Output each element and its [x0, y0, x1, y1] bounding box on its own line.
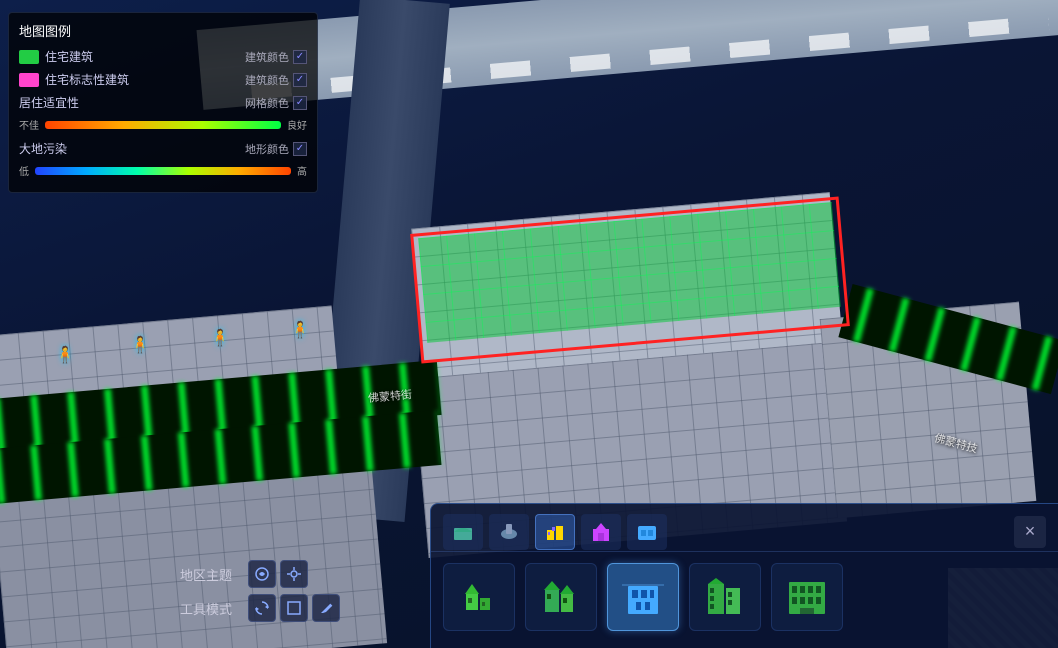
- tab-road[interactable]: [489, 514, 529, 550]
- controls-panel: 地区主题 工具模式: [180, 560, 420, 628]
- legend-row-livability: 居住适宜性 网格颜色 ✓: [19, 94, 307, 111]
- tab-service[interactable]: [627, 514, 667, 550]
- tool-mode-btn-2[interactable]: [280, 594, 308, 622]
- region-theme-row: 地区主题: [180, 560, 420, 588]
- tab-build[interactable]: [535, 514, 575, 550]
- toolbar-item-4[interactable]: [689, 563, 761, 631]
- legend-row-landmark: 住宅标志性建筑 建筑颜色 ✓: [19, 71, 307, 88]
- legend-row-residential: 住宅建筑 建筑颜色 ✓: [19, 48, 307, 65]
- pollution-bar-label-low: 低: [19, 163, 29, 178]
- map-person-icon-3: 🧍: [210, 328, 230, 348]
- toolbar-items: [431, 552, 1058, 642]
- tab-zone[interactable]: [443, 514, 483, 550]
- legend-right-residential: 建筑颜色 ✓: [245, 49, 307, 65]
- legend-row-pollution: 大地污染 地形颜色 ✓: [19, 140, 307, 157]
- legend-livability-bar-row: 不佳 良好: [19, 117, 307, 132]
- tool-mode-btn-1[interactable]: [248, 594, 276, 622]
- legend-color-residential: [19, 50, 39, 64]
- toolbar-panel: ×: [430, 503, 1058, 648]
- toolbar-tabs: ×: [431, 504, 1058, 552]
- region-theme-btn-1[interactable]: [248, 560, 276, 588]
- pollution-gradient-bar: [35, 167, 291, 175]
- legend-checkbox-pollution[interactable]: ✓: [293, 142, 307, 156]
- legend-right-pollution: 地形颜色 ✓: [245, 141, 307, 157]
- map-person-icon-2: 🧍: [130, 335, 150, 355]
- legend-label-landmark: 住宅标志性建筑: [45, 71, 245, 88]
- toolbar-item-1[interactable]: [443, 563, 515, 631]
- legend-right-livability: 网格颜色 ✓: [245, 95, 307, 111]
- toolbar-item-2[interactable]: [525, 563, 597, 631]
- region-theme-buttons: [248, 560, 308, 588]
- legend-checkbox-landmark[interactable]: ✓: [293, 73, 307, 87]
- legend-pollution-bar-row: 低 高: [19, 163, 307, 178]
- legend-right-landmark: 建筑颜色 ✓: [245, 72, 307, 88]
- legend-panel: 地图图例 住宅建筑 建筑颜色 ✓ 住宅标志性建筑 建筑颜色 ✓ 居住适宜性 网格…: [8, 12, 318, 193]
- legend-label-livability: 居住适宜性: [19, 94, 245, 111]
- legend-checkbox-residential[interactable]: ✓: [293, 50, 307, 64]
- livability-bar-label-bad: 不佳: [19, 117, 39, 132]
- livability-gradient-bar: [45, 121, 281, 129]
- close-button[interactable]: ×: [1014, 516, 1046, 548]
- livability-bar-label-good: 良好: [287, 117, 307, 132]
- map-person-icon-4: 🧍: [290, 320, 310, 340]
- toolbar-item-3[interactable]: [607, 563, 679, 631]
- tool-mode-buttons: [248, 594, 340, 622]
- toolbar-item-5[interactable]: [771, 563, 843, 631]
- region-theme-btn-2[interactable]: [280, 560, 308, 588]
- legend-label-residential: 住宅建筑: [45, 48, 245, 65]
- pollution-bar-label-high: 高: [297, 163, 307, 178]
- legend-label-pollution: 大地污染: [19, 140, 245, 157]
- tab-special[interactable]: [581, 514, 621, 550]
- region-theme-label: 地区主题: [180, 565, 240, 584]
- map-person-icon-1: 🧍: [55, 345, 75, 365]
- legend-title: 地图图例: [19, 21, 307, 40]
- legend-checkbox-livability[interactable]: ✓: [293, 96, 307, 110]
- tool-mode-label: 工具模式: [180, 599, 240, 618]
- tool-mode-btn-3[interactable]: [312, 594, 340, 622]
- tool-mode-row: 工具模式: [180, 594, 420, 622]
- legend-color-landmark: [19, 73, 39, 87]
